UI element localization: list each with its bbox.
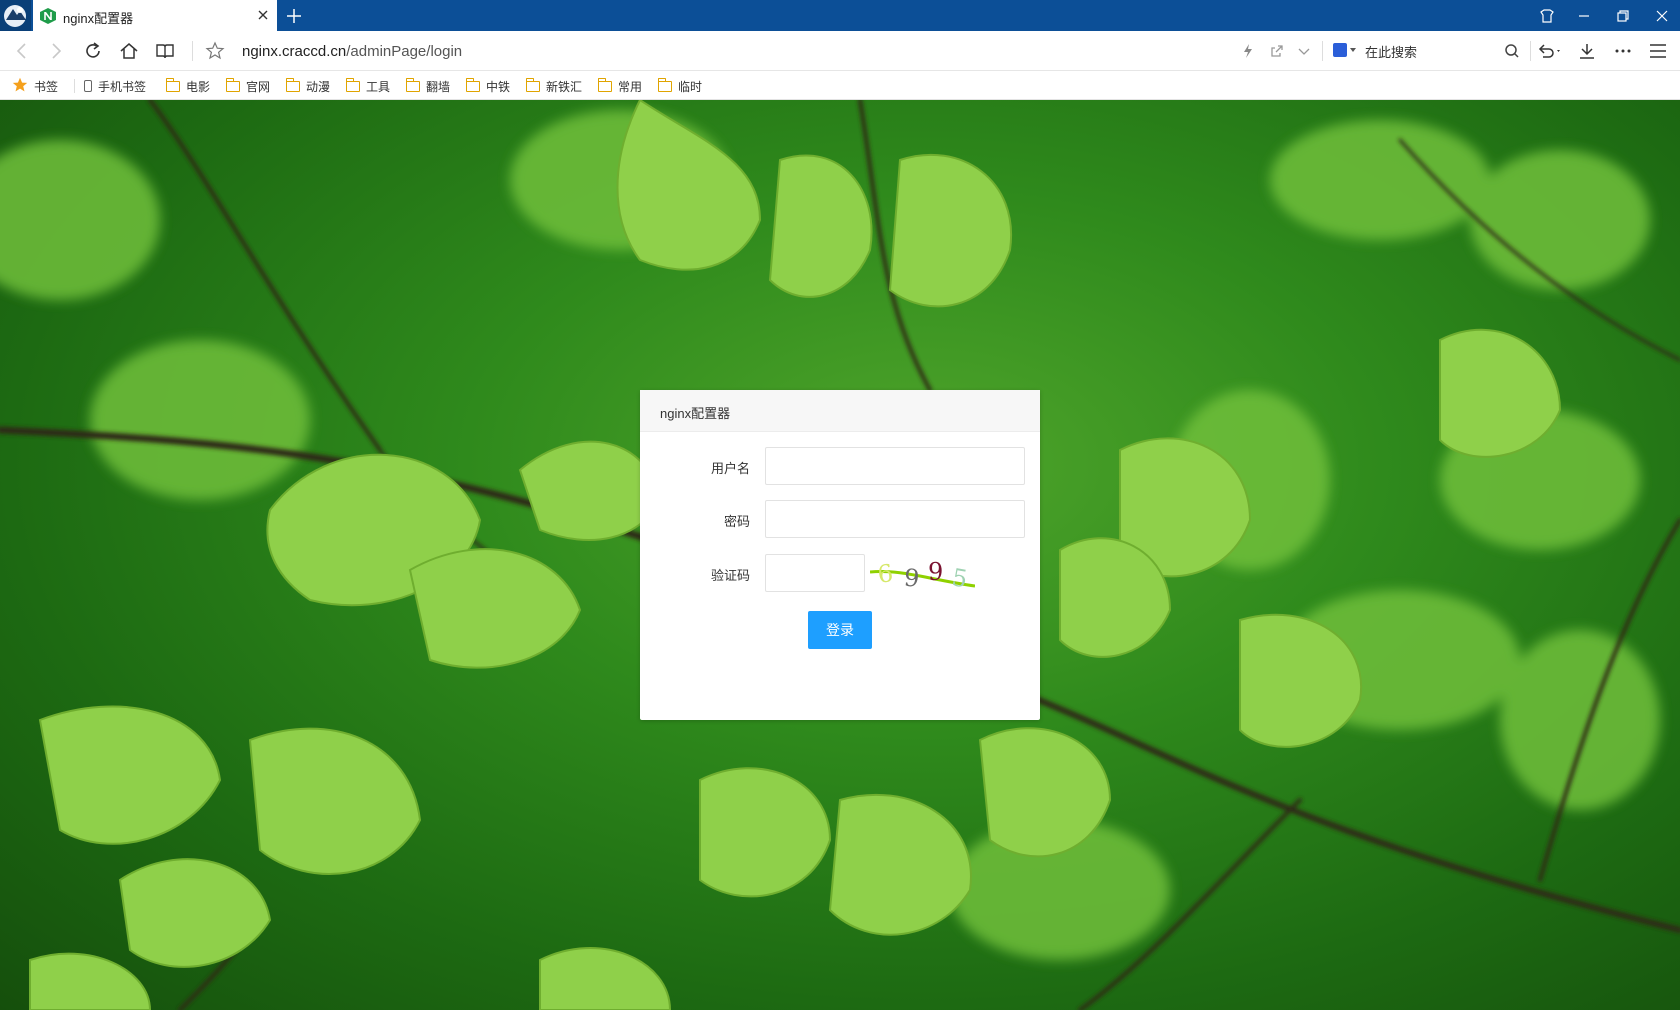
login-card: nginx配置器 用户名 密码 验证码 6 9 9 5 登录 <box>640 390 1040 720</box>
dropdown-chevron-icon[interactable] <box>1294 41 1314 61</box>
search-engine-icon[interactable] <box>1333 43 1347 57</box>
password-row: 密码 <box>640 500 1040 538</box>
username-input[interactable] <box>765 447 1025 485</box>
nginx-favicon-icon <box>40 8 56 24</box>
restore-icon[interactable] <box>1604 0 1641 31</box>
bookmark-folder[interactable]: 官网 <box>226 77 270 95</box>
lightning-icon[interactable] <box>1238 41 1258 61</box>
favorite-star-icon[interactable] <box>205 41 225 61</box>
login-button[interactable]: 登录 <box>808 611 872 649</box>
folder-icon <box>226 77 240 92</box>
password-label: 密码 <box>723 514 750 529</box>
toolbar-divider <box>1530 41 1531 61</box>
bookmark-folder[interactable]: 中铁 <box>466 77 510 95</box>
toolbar-divider <box>192 41 193 61</box>
bookmark-item[interactable]: 手机书签 <box>84 77 146 95</box>
captcha-char: 6 <box>876 559 895 589</box>
phone-icon <box>84 80 92 92</box>
tab-close-icon[interactable] <box>256 8 270 22</box>
share-icon[interactable] <box>1267 41 1287 61</box>
bookmarks-divider <box>74 79 75 93</box>
nav-toolbar: nginx.craccd.cn/adminPage/login 在此搜索 <box>0 31 1680 71</box>
title-bar: nginx配置器 <box>0 0 1680 31</box>
captcha-label: 验证码 <box>710 568 750 583</box>
folder-icon <box>466 77 480 92</box>
folder-icon <box>526 77 540 92</box>
username-label: 用户名 <box>710 461 750 476</box>
back-icon[interactable] <box>12 41 32 61</box>
captcha-char: 9 <box>928 558 943 586</box>
new-tab-icon[interactable] <box>285 7 303 25</box>
password-input[interactable] <box>765 500 1025 538</box>
undo-close-tab-icon[interactable] <box>1536 41 1560 61</box>
bookmark-folder[interactable]: 翻墙 <box>406 77 450 95</box>
captcha-char: 5 <box>950 563 970 592</box>
browser-logo-icon[interactable] <box>0 0 31 31</box>
skin-icon[interactable] <box>1528 0 1565 31</box>
captcha-row: 验证码 6 9 9 5 <box>640 554 1040 592</box>
login-card-title: nginx配置器 <box>640 390 1040 432</box>
folder-icon <box>166 77 180 92</box>
captcha-input[interactable] <box>765 554 865 592</box>
bookmark-folder[interactable]: 新铁汇 <box>526 77 582 95</box>
star-icon <box>12 77 28 96</box>
home-icon[interactable] <box>119 41 139 61</box>
browser-tab[interactable]: nginx配置器 <box>33 0 277 31</box>
bookmark-folder[interactable]: 临时 <box>658 77 702 95</box>
bookmark-folder[interactable]: 常用 <box>598 77 642 95</box>
toolbar-divider <box>1322 41 1323 61</box>
more-icon[interactable] <box>1613 41 1633 61</box>
bookmark-folder[interactable]: 工具 <box>346 77 390 95</box>
tab-title: nginx配置器 <box>63 11 134 26</box>
folder-icon <box>346 77 360 92</box>
forward-icon[interactable] <box>46 41 66 61</box>
bookmarks-bar: 书签 手机书签 电影 官网 动漫 工具 翻墙 中铁 新铁汇 常用 临时 <box>0 71 1680 100</box>
captcha-image[interactable]: 6 9 9 5 <box>870 556 975 592</box>
bookmark-folder[interactable]: 动漫 <box>286 77 330 95</box>
search-box[interactable]: 在此搜索 <box>1333 42 1503 62</box>
search-input[interactable]: 在此搜索 <box>1365 42 1417 61</box>
search-icon[interactable] <box>1502 41 1522 61</box>
captcha-char: 9 <box>903 563 921 592</box>
folder-icon <box>658 77 672 92</box>
bookmark-folder[interactable]: 电影 <box>166 77 210 95</box>
bookmark-item[interactable]: 书签 <box>12 77 58 95</box>
folder-icon <box>406 77 420 92</box>
download-icon[interactable] <box>1577 41 1597 61</box>
url-host: nginx.craccd.cn <box>242 43 347 60</box>
reading-icon[interactable] <box>155 41 175 61</box>
url-path: /adminPage/login <box>346 43 463 60</box>
refresh-icon[interactable] <box>83 41 103 61</box>
menu-icon[interactable] <box>1648 41 1668 61</box>
folder-icon <box>598 77 612 92</box>
search-engine-caret-icon[interactable] <box>1350 48 1356 52</box>
address-bar[interactable]: nginx.craccd.cn/adminPage/login <box>242 43 462 60</box>
folder-icon <box>286 77 300 92</box>
minimize-icon[interactable] <box>1565 0 1602 31</box>
username-row: 用户名 <box>640 447 1040 485</box>
close-window-icon[interactable] <box>1643 0 1680 31</box>
